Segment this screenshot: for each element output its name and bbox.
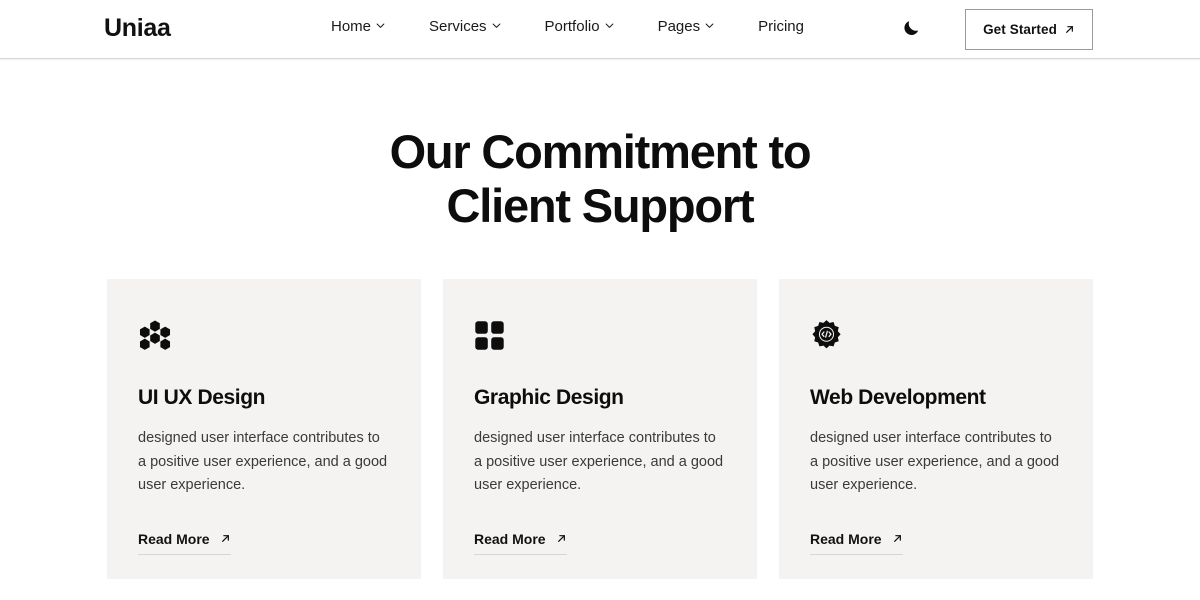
nav-item-home[interactable]: Home — [331, 19, 385, 34]
read-more-link[interactable]: Read More — [138, 531, 231, 555]
arrow-up-right-icon — [1064, 24, 1075, 35]
nav-item-label: Services — [429, 18, 487, 35]
service-card-ui-ux-design[interactable]: UI UX Design designed user interface con… — [107, 279, 421, 580]
services-card-grid: UI UX Design designed user interface con… — [0, 279, 1200, 580]
gear-code-icon — [810, 317, 846, 353]
get-started-button[interactable]: Get Started — [965, 9, 1093, 50]
chevron-down-icon — [705, 21, 714, 30]
service-card-web-development[interactable]: Web Development designed user interface … — [779, 279, 1093, 580]
read-more-link[interactable]: Read More — [474, 531, 567, 555]
service-card-description: designed user interface contributes to a… — [138, 430, 388, 494]
get-started-label: Get Started — [983, 22, 1057, 37]
main-navigation: Home Services Portfolio Pages Pricing — [331, 19, 804, 34]
service-card-description: designed user interface contributes to a… — [474, 430, 724, 494]
service-card-graphic-design[interactable]: Graphic Design designed user interface c… — [443, 279, 757, 580]
nav-item-portfolio[interactable]: Portfolio — [545, 19, 614, 34]
arrow-up-right-icon — [892, 533, 903, 544]
read-more-label: Read More — [138, 530, 210, 547]
page-title-line-2: Client Support — [446, 178, 755, 232]
read-more-link[interactable]: Read More — [810, 531, 903, 555]
nav-item-services[interactable]: Services — [429, 19, 501, 34]
page-title: Our Commitment to Client Support — [0, 125, 1200, 232]
brand-logo[interactable]: Uniaa — [104, 16, 171, 41]
honeycomb-icon — [138, 317, 174, 353]
site-header: Uniaa Home Services Portfolio Pages Pric… — [0, 0, 1200, 59]
service-card-title: Web Development — [810, 386, 986, 410]
nav-item-label: Home — [331, 18, 372, 35]
grid-squares-icon — [474, 317, 510, 353]
nav-item-label: Pricing — [758, 18, 804, 35]
service-card-title: Graphic Design — [474, 386, 624, 410]
arrow-up-right-icon — [220, 533, 231, 544]
nav-item-pricing[interactable]: Pricing — [758, 19, 804, 34]
nav-item-label: Pages — [657, 18, 701, 35]
nav-item-label: Portfolio — [544, 18, 600, 35]
main-content: Our Commitment to Client Support UI UX D — [0, 125, 1200, 580]
nav-item-pages[interactable]: Pages — [658, 19, 715, 34]
read-more-label: Read More — [474, 530, 546, 547]
header-actions: Get Started — [898, 0, 1200, 59]
arrow-up-right-icon — [556, 533, 567, 544]
dark-mode-toggle[interactable] — [898, 17, 924, 43]
chevron-down-icon — [605, 21, 614, 30]
chevron-down-icon — [492, 21, 501, 30]
page-title-line-1: Our Commitment to — [389, 125, 812, 178]
service-card-description: designed user interface contributes to a… — [810, 430, 1060, 494]
moon-icon — [902, 18, 921, 42]
service-card-title: UI UX Design — [138, 386, 266, 410]
chevron-down-icon — [376, 21, 385, 30]
read-more-label: Read More — [810, 530, 882, 547]
